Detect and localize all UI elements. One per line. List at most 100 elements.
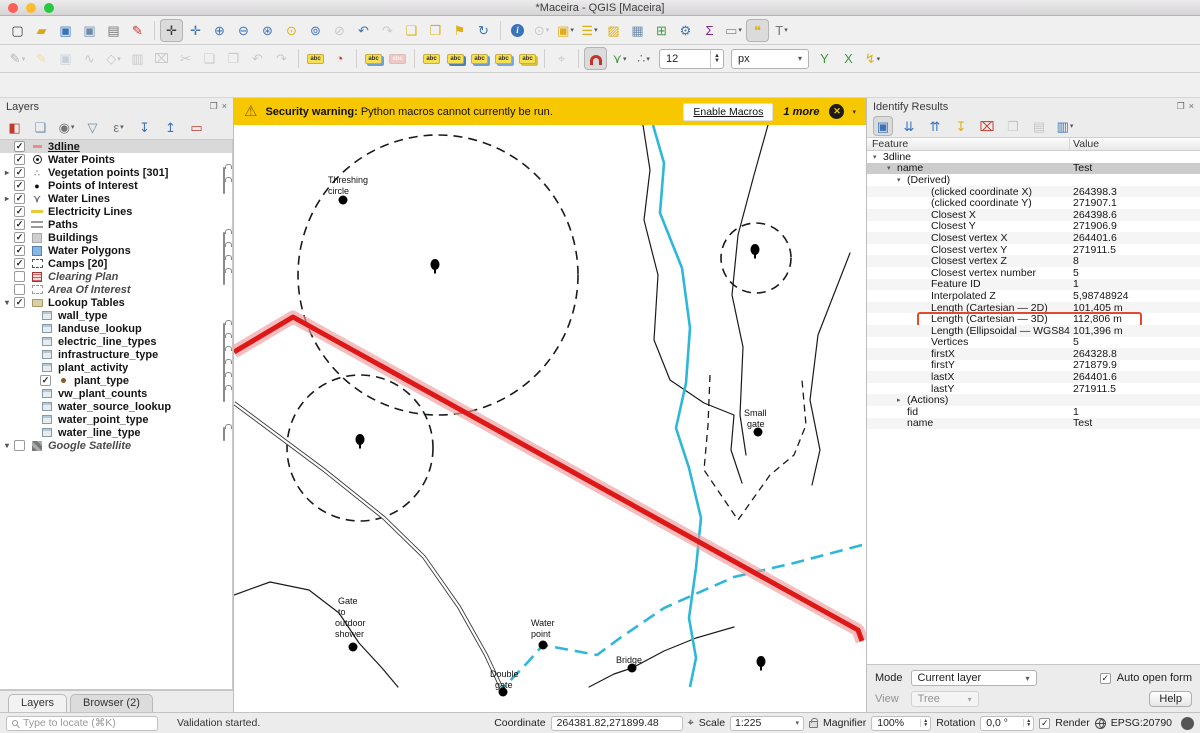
invert-selection[interactable]: ▨ [602, 19, 625, 42]
identify-row-3dline[interactable]: ▾3dline [867, 151, 1200, 163]
tracing[interactable]: ↯▾ [861, 47, 884, 70]
new-project[interactable]: ▢ [6, 19, 29, 42]
collapse-all[interactable]: ⇈ [925, 116, 945, 136]
expand-all[interactable]: ⇊ [899, 116, 919, 136]
layer-item-vegetation-points-301[interactable]: ▸✓Vegetation points [301] [0, 166, 232, 179]
zoom-in[interactable]: ⊕ [208, 19, 231, 42]
open-form[interactable]: ▥▾ [1055, 116, 1075, 136]
close-panel-icon[interactable]: × [222, 101, 227, 112]
layer-visibility-checkbox[interactable] [14, 440, 25, 451]
refresh-map[interactable]: ↻ [472, 19, 495, 42]
rotation-spinner[interactable]: 0,0 ° ▲▼ [980, 716, 1034, 731]
layer-visibility-checkbox[interactable]: ✓ [14, 141, 25, 152]
auto-expand-results[interactable]: ↧ [951, 116, 971, 136]
topological-editing[interactable]: Y [813, 47, 836, 70]
identify-row-fid[interactable]: fid1 [867, 406, 1200, 418]
identify-row-name[interactable]: ▾nameTest [867, 163, 1200, 175]
layer-item-plant-activity[interactable]: plant_activity [0, 361, 232, 374]
identify-row-closest-vertex-y[interactable]: Closest vertex Y271911.5 [867, 244, 1200, 256]
layer-item-wall-type[interactable]: wall_type [0, 309, 232, 322]
identify-row-lastx[interactable]: lastX264401.6 [867, 371, 1200, 383]
identify-row-name[interactable]: nameTest [867, 418, 1200, 430]
identify-row-derived[interactable]: ▾(Derived) [867, 174, 1200, 186]
show-bookmarks[interactable]: ❐ [424, 19, 447, 42]
layer-item-plant-type[interactable]: ✓plant_type [0, 374, 232, 387]
layer-item-water-lines[interactable]: ▸✓Water Lines [0, 192, 232, 205]
float-panel-icon[interactable]: ❐ [1177, 101, 1185, 112]
zoom-full[interactable]: ⊛ [256, 19, 279, 42]
avoid-intersections[interactable]: X [837, 47, 860, 70]
scale-lock-icon[interactable] [809, 721, 818, 728]
identify-row-clicked-coordinate-y[interactable]: (clicked coordinate Y)271907.1 [867, 197, 1200, 209]
zoom-to-selection[interactable]: ⊙ [280, 19, 303, 42]
spinner-arrows-icon[interactable]: ▲▼ [1023, 719, 1033, 727]
snapping-tolerance-spinner[interactable]: 12 ▲▼ [659, 49, 724, 69]
chevron-down-icon[interactable]: ▾ [2, 441, 12, 450]
layer-item-water-line-type[interactable]: water_line_type [0, 426, 232, 439]
layer-item-google-satellite[interactable]: ▾Google Satellite [0, 439, 232, 452]
scale-combo[interactable]: 1:225 ▾ [730, 716, 804, 731]
change-label[interactable]: abc [516, 47, 539, 70]
pin-labels[interactable]: abc [362, 47, 385, 70]
identify-row-closest-y[interactable]: Closest Y271906.9 [867, 221, 1200, 233]
save-project-as[interactable]: ▣ [78, 19, 101, 42]
spinner-arrows-icon[interactable]: ▲▼ [920, 719, 930, 727]
layer-item-water-points[interactable]: ✓Water Points [0, 153, 232, 166]
identify-row-closest-vertex-number[interactable]: Closest vertex number5 [867, 267, 1200, 279]
chevron-down-icon[interactable]: ▾ [873, 153, 883, 161]
filter-by-expression[interactable]: ε▾ [109, 118, 128, 137]
layer-visibility-checkbox[interactable]: ✓ [14, 297, 25, 308]
layer-visibility-checkbox[interactable]: ✓ [14, 232, 25, 243]
coordinate-input[interactable]: 264381.82,271899.48 [551, 716, 683, 731]
measure-line[interactable]: ▭▾ [722, 19, 745, 42]
layer-visibility-checkbox[interactable] [14, 271, 25, 282]
layer-diagram[interactable]: ◔ [328, 47, 351, 70]
layer-item-points-of-interest[interactable]: ✓Points of Interest [0, 179, 232, 192]
save-project[interactable]: ▣ [54, 19, 77, 42]
layer-item-water-source-lookup[interactable]: water_source_lookup [0, 400, 232, 413]
identify-row-firstx[interactable]: firstX264328.8 [867, 348, 1200, 360]
layer-visibility-checkbox[interactable]: ✓ [14, 154, 25, 165]
zoom-out[interactable]: ⊖ [232, 19, 255, 42]
layer-visibility-checkbox[interactable]: ✓ [40, 375, 51, 386]
layer-visibility-checkbox[interactable]: ✓ [14, 180, 25, 191]
rotate-label[interactable]: abc [492, 47, 515, 70]
self-snapping[interactable]: ∴▾ [632, 47, 655, 70]
map-canvas[interactable]: Threshing circle Small gate Gate to outd… [234, 125, 866, 712]
identify-row-firsty[interactable]: firstY271879.9 [867, 360, 1200, 372]
identify-row-feature-id[interactable]: Feature ID1 [867, 279, 1200, 291]
render-checkbox[interactable]: ✓ [1039, 718, 1050, 729]
close-warning-icon[interactable]: ✕ [829, 104, 844, 119]
layer-item-water-polygons[interactable]: ✓Water Polygons [0, 244, 232, 257]
zoom-to-layer[interactable]: ⊚ [304, 19, 327, 42]
chevron-down-icon[interactable]: ▾ [2, 298, 12, 307]
layer-labeling[interactable]: abc [304, 47, 327, 70]
layer-visibility-checkbox[interactable]: ✓ [14, 206, 25, 217]
layer-item-3dline[interactable]: ✓3dline [0, 140, 232, 153]
spinner-arrows-icon[interactable]: ▲▼ [710, 50, 723, 68]
manage-map-themes[interactable]: ◉▾ [57, 118, 76, 137]
float-panel-icon[interactable]: ❐ [210, 101, 218, 112]
help-button[interactable]: Help [1149, 691, 1192, 707]
add-group[interactable]: ❏ [31, 118, 50, 137]
expand-all-layers[interactable]: ↧ [135, 118, 154, 137]
identify-row-length-ellipsoidal-wgs84[interactable]: Length (Ellipsoidal — WGS84)101,396 m [867, 325, 1200, 337]
clear-results[interactable]: ⌧ [977, 116, 997, 136]
layer-item-area-of-interest[interactable]: Area Of Interest [0, 283, 232, 296]
layer-item-camps-20[interactable]: ✓Camps [20] [0, 257, 232, 270]
layer-visibility-checkbox[interactable]: ✓ [14, 219, 25, 230]
layer-item-electricity-lines[interactable]: ✓Electricity Lines [0, 205, 232, 218]
snapping-unit-combo[interactable]: px ▾ [731, 49, 809, 69]
move-label[interactable]: abc [468, 47, 491, 70]
deselect-features[interactable]: ☰▾ [578, 19, 601, 42]
identify-row-closest-x[interactable]: Closest X264398.6 [867, 209, 1200, 221]
snapping-mode[interactable]: ⋎▾ [608, 47, 631, 70]
open-attribute-table[interactable]: ▦ [626, 19, 649, 42]
chevron-down-icon[interactable]: ▾ [897, 176, 907, 184]
layer-item-water-point-type[interactable]: water_point_type [0, 413, 232, 426]
zoom-window-button[interactable] [44, 3, 54, 13]
layer-item-lookup-tables[interactable]: ▾✓Lookup Tables [0, 296, 232, 309]
processing-toolbox[interactable]: ⚙ [674, 19, 697, 42]
extent-toggle-icon[interactable]: ⌖ [688, 718, 694, 729]
messages-icon[interactable] [1181, 717, 1194, 730]
